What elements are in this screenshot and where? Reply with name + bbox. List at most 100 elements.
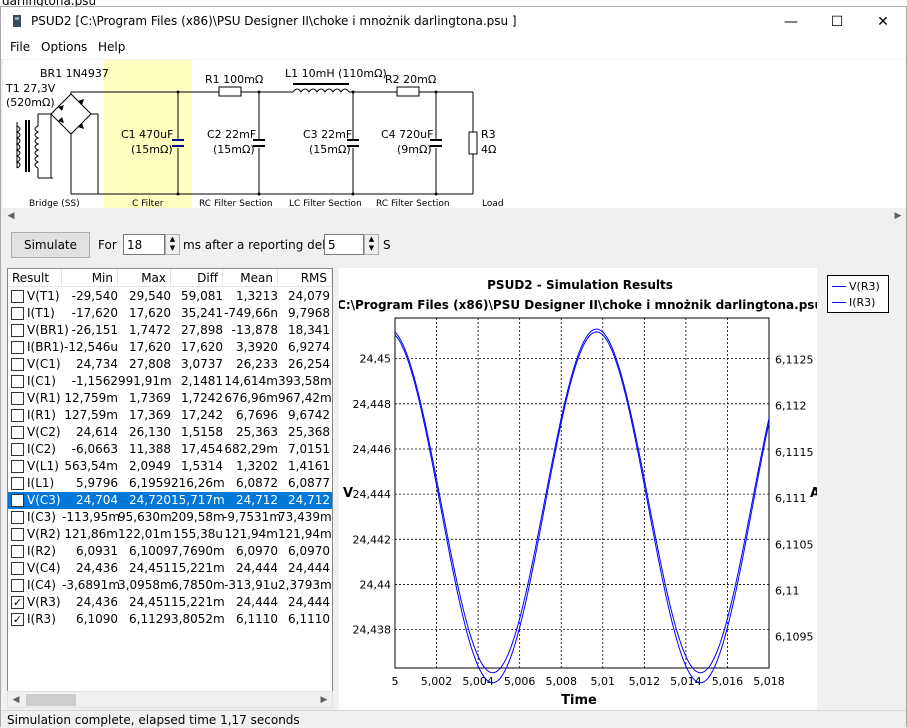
row-checkbox[interactable]	[11, 528, 24, 541]
row-name: I(C4)	[27, 578, 56, 592]
row-checkbox[interactable]	[11, 460, 24, 473]
row-checkbox[interactable]: ✓	[11, 596, 24, 609]
col-min[interactable]: Min	[62, 269, 118, 287]
row-checkbox[interactable]	[11, 562, 24, 575]
table-row[interactable]: V(L1) 563,54m 2,0949 1,5314 1,3202 1,4161	[8, 458, 332, 475]
col-rms[interactable]: RMS	[278, 269, 332, 287]
row-checkbox[interactable]: ✓	[11, 613, 24, 626]
row-checkbox[interactable]	[11, 545, 24, 558]
title-bar[interactable]: PSUD2 [C:\Program Files (x86)\PSU Design…	[1, 7, 906, 37]
duration-input[interactable]	[124, 235, 164, 254]
y-right-tick-label: 6,1125	[775, 354, 814, 367]
cell-max: 24,451	[129, 595, 171, 609]
table-scrollbar[interactable]: ◀ ▶	[7, 691, 333, 708]
minimize-button[interactable]: —	[768, 7, 814, 37]
x-tick-label: 5,002	[421, 675, 453, 688]
duration-spinner[interactable]: ▲ ▼	[165, 234, 180, 255]
chart-title: PSUD2 - Simulation Results	[487, 278, 673, 292]
cell-mean: 676,96m	[224, 391, 278, 405]
table-row[interactable]: I(T1) -17,620 17,620 35,241 -749,66n 9,7968	[8, 305, 332, 322]
r3-value: 4Ω	[481, 143, 496, 156]
cell-max: 6,1959	[129, 476, 171, 490]
table-row[interactable]: V(BR1) -26,151 1,7472 27,898 -13,878 18,341	[8, 322, 332, 339]
legend-line	[832, 286, 846, 287]
legend-item-ir3: I(R3)	[832, 296, 875, 309]
duration-field[interactable]	[123, 234, 165, 255]
cell-diff: 7,7690m	[171, 544, 225, 558]
row-name: V(C3)	[27, 493, 61, 507]
table-row[interactable]: V(C2) 24,614 26,130 1,5158 25,363 25,368	[8, 424, 332, 441]
delay-input[interactable]	[325, 235, 363, 254]
row-checkbox[interactable]	[11, 426, 24, 439]
row-checkbox[interactable]	[11, 307, 24, 320]
row-checkbox[interactable]	[11, 494, 24, 507]
maximize-button[interactable]: ☐	[814, 7, 860, 37]
row-checkbox[interactable]	[11, 290, 24, 303]
y-right-tick-label: 6,112	[775, 400, 807, 413]
delay-field[interactable]	[324, 234, 364, 255]
cell-rms: 9,6742	[288, 408, 330, 422]
row-checkbox[interactable]	[11, 579, 24, 592]
cell-min: 121,86m	[64, 527, 118, 541]
table-row[interactable]: I(L1) 5,9796 6,1959 216,26m 6,0872 6,0877	[8, 475, 332, 492]
scroll-thumb[interactable]	[26, 694, 76, 706]
cell-diff: 27,898	[181, 323, 223, 337]
row-checkbox[interactable]	[11, 341, 24, 354]
delay-spinner[interactable]: ▲ ▼	[364, 234, 379, 255]
col-result[interactable]: Result	[8, 269, 62, 287]
results-table[interactable]: Result Min Max Diff Mean RMS V(T1) -29,54…	[7, 268, 333, 692]
table-row[interactable]: V(R1) 12,759m 1,7369 1,7242 676,96m 967,42m	[8, 390, 332, 407]
table-row[interactable]: I(BR1) -12,546u 17,620 17,620 3,3920 6,9274	[8, 339, 332, 356]
table-row[interactable]: V(C4) 24,436 24,451 15,221m 24,444 24,444	[8, 560, 332, 577]
table-row[interactable]: ✓ I(R3) 6,1090 6,1129 3,8052m 6,1110 6,1110	[8, 611, 332, 628]
circuit-schematic[interactable]: T1 27,3V (520mΩ) BR1 1N4937 C1 470uF (15…	[3, 60, 906, 208]
status-bar: Simulation complete, elapsed time 1,17 s…	[1, 710, 906, 728]
table-row[interactable]: I(R2) 6,0931 6,1009 7,7690m 6,0970 6,0970	[8, 543, 332, 560]
row-checkbox[interactable]	[11, 324, 24, 337]
row-checkbox[interactable]	[11, 409, 24, 422]
row-checkbox[interactable]	[11, 392, 24, 405]
col-mean[interactable]: Mean	[223, 269, 278, 287]
cell-rms: 24,079	[288, 289, 330, 303]
menu-help[interactable]: Help	[98, 40, 125, 54]
simulate-button[interactable]: Simulate	[11, 232, 90, 258]
col-max[interactable]: Max	[118, 269, 171, 287]
c1-resistance: (15mΩ)	[131, 143, 173, 156]
table-row[interactable]: I(C4) -3,6891m 3,0958m 6,7850m -313,91u 2,379…	[8, 577, 332, 594]
row-checkbox[interactable]	[11, 477, 24, 490]
c4-label: C4 720uF	[381, 128, 433, 141]
cell-max: 17,369	[129, 408, 171, 422]
cell-rms: 18,341	[288, 323, 330, 337]
cell-min: 6,1090	[76, 612, 118, 626]
cell-rms: 24,712	[288, 493, 330, 507]
table-row[interactable]: ✓ V(R3) 24,436 24,451 15,221m 24,444 24,444	[8, 594, 332, 611]
table-row[interactable]: I(C1) -1,1562 991,91m 2,1481 14,614m 393,58m	[8, 373, 332, 390]
table-row[interactable]: V(T1) -29,540 29,540 59,081 1,3213 24,079	[8, 288, 332, 305]
scroll-right-icon[interactable]: ▶	[316, 692, 332, 707]
table-row[interactable]: I(C3) -113,95m 95,630m 209,58m -9,7531m 73,43…	[8, 509, 332, 526]
table-row[interactable]: I(C2) -6,0663 11,388 17,454 682,29m 7,0151	[8, 441, 332, 458]
row-checkbox[interactable]	[11, 443, 24, 456]
scroll-right-icon[interactable]: ▶	[890, 208, 906, 224]
cell-mean: -9,7531m	[223, 510, 282, 524]
menu-options[interactable]: Options	[41, 40, 87, 54]
cell-min: 563,54m	[64, 459, 118, 473]
br1-label: BR1 1N4937	[40, 67, 109, 80]
cell-max: 27,808	[129, 357, 171, 371]
schematic-scrollbar[interactable]: ◀ ▶	[3, 208, 906, 224]
row-checkbox[interactable]	[11, 358, 24, 371]
table-row[interactable]: I(R1) 127,59m 17,369 17,242 6,7696 9,6742	[8, 407, 332, 424]
cell-rms: 24,444	[288, 561, 330, 575]
table-row[interactable]: V(R2) 121,86m 122,01m 155,38u 121,94m 121,94m	[8, 526, 332, 543]
close-button[interactable]: ✕	[860, 7, 906, 37]
table-row[interactable]: V(C1) 24,734 27,808 3,0737 26,233 26,254	[8, 356, 332, 373]
menu-file[interactable]: File	[10, 40, 30, 54]
row-checkbox[interactable]	[11, 375, 24, 388]
col-diff[interactable]: Diff	[171, 269, 223, 287]
cell-diff: 1,5314	[181, 459, 223, 473]
scroll-left-icon[interactable]: ◀	[8, 692, 24, 707]
table-row[interactable]: V(C3) 24,704 24,720 15,717m 24,712 24,712	[8, 492, 332, 509]
row-checkbox[interactable]	[11, 511, 24, 524]
r2-label: R2 20mΩ	[385, 73, 436, 86]
scroll-left-icon[interactable]: ◀	[3, 208, 19, 224]
